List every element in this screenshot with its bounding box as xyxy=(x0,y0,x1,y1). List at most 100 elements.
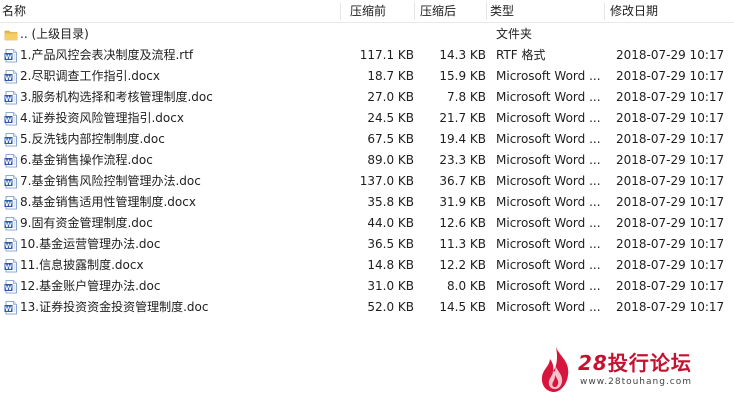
file-row[interactable]: W 13.证券投资资金投资管理制度.doc 52.0 KB 14.5 KB Micros… xyxy=(0,297,734,318)
file-compressed-size: 27.0 KB xyxy=(367,90,414,104)
svg-text:W: W xyxy=(5,116,12,124)
file-size: 14.3 KB xyxy=(439,48,486,62)
archive-file-list-window: 名称 压缩前 压缩后 类型 修改日期 .. (上级目录) 文件夹 W 1.产品风控… xyxy=(0,0,734,417)
word-document-icon: W xyxy=(4,259,17,273)
file-modified-date: 2018-07-29 10:17 xyxy=(616,300,725,314)
folder-icon xyxy=(4,30,18,41)
column-divider[interactable] xyxy=(486,2,487,20)
column-header-modified[interactable]: 修改日期 xyxy=(610,0,658,22)
word-document-icon: W xyxy=(4,154,17,168)
svg-text:W: W xyxy=(5,74,12,82)
file-modified-date: 2018-07-29 10:17 xyxy=(616,195,725,209)
file-name: 10.基金运营管理办法.doc xyxy=(20,237,161,251)
file-type: Microsoft Word ... xyxy=(496,132,601,146)
file-type: RTF 格式 xyxy=(496,48,546,62)
file-compressed-size: 36.5 KB xyxy=(367,237,414,251)
watermark-logo: 28投行论坛 www.28touhang.com xyxy=(538,343,728,399)
rtf-document-icon: W xyxy=(4,49,17,63)
file-type: Microsoft Word ... xyxy=(496,69,601,83)
file-size: 31.9 KB xyxy=(439,195,486,209)
svg-text:W: W xyxy=(5,137,12,145)
file-modified-date: 2018-07-29 10:17 xyxy=(616,279,725,293)
file-row[interactable]: W 1.产品风控会表决制度及流程.rtf 117.1 KB 14.3 KB RTF 格式… xyxy=(0,45,734,66)
file-row[interactable]: W 6.基金销售操作流程.doc 89.0 KB 23.3 KB Microsoft W… xyxy=(0,150,734,171)
word-document-icon: W xyxy=(4,217,17,231)
file-row[interactable]: W 10.基金运营管理办法.doc 36.5 KB 11.3 KB Microsoft … xyxy=(0,234,734,255)
file-modified-date: 2018-07-29 10:17 xyxy=(616,111,725,125)
file-row[interactable]: W 4.证券投资风险管理指引.docx 24.5 KB 21.7 KB Microsof… xyxy=(0,108,734,129)
file-type: Microsoft Word ... xyxy=(496,237,601,251)
file-row[interactable]: W 9.固有资金管理制度.doc 44.0 KB 12.6 KB Microsoft W… xyxy=(0,213,734,234)
file-modified-date: 2018-07-29 10:17 xyxy=(616,90,725,104)
file-modified-date: 2018-07-29 10:17 xyxy=(616,48,725,62)
file-row[interactable]: W 11.信息披露制度.docx 14.8 KB 12.2 KB Microsoft W… xyxy=(0,255,734,276)
file-row[interactable]: W 12.基金账户管理办法.doc 31.0 KB 8.0 KB Microsoft W… xyxy=(0,276,734,297)
file-name: 7.基金销售风险控制管理办法.doc xyxy=(20,174,201,188)
word-document-icon: W xyxy=(4,112,17,126)
column-header-compressed[interactable]: 压缩前 xyxy=(350,0,386,22)
file-type: Microsoft Word ... xyxy=(496,153,601,167)
word-document-icon: W xyxy=(4,280,17,294)
file-compressed-size: 67.5 KB xyxy=(367,132,414,146)
file-size: 8.0 KB xyxy=(447,279,486,293)
svg-text:W: W xyxy=(5,179,12,187)
file-size: 7.8 KB xyxy=(447,90,486,104)
file-size: 12.6 KB xyxy=(439,216,486,230)
file-type: Microsoft Word ... xyxy=(496,90,601,104)
file-name: 3.服务机构选择和考核管理制度.doc xyxy=(20,90,213,104)
file-row[interactable]: W 5.反洗钱内部控制制度.doc 67.5 KB 19.4 KB Microsoft … xyxy=(0,129,734,150)
word-document-icon: W xyxy=(4,70,17,84)
file-name: 4.证券投资风险管理指引.docx xyxy=(20,111,184,125)
file-size: 23.3 KB xyxy=(439,153,486,167)
svg-text:W: W xyxy=(5,305,12,313)
file-compressed-size: 52.0 KB xyxy=(367,300,414,314)
column-header-size[interactable]: 压缩后 xyxy=(420,0,456,22)
file-row[interactable]: W 8.基金销售适用性管理制度.docx 35.8 KB 31.9 KB Microso… xyxy=(0,192,734,213)
file-compressed-size: 31.0 KB xyxy=(367,279,414,293)
svg-text:W: W xyxy=(5,200,12,208)
column-header-type[interactable]: 类型 xyxy=(490,0,514,22)
file-size: 15.9 KB xyxy=(439,69,486,83)
file-modified-date: 2018-07-29 10:17 xyxy=(616,132,725,146)
file-name: 8.基金销售适用性管理制度.docx xyxy=(20,195,196,209)
file-size: 12.2 KB xyxy=(439,258,486,272)
file-name: 6.基金销售操作流程.doc xyxy=(20,153,153,167)
svg-text:W: W xyxy=(5,263,12,271)
file-compressed-size: 24.5 KB xyxy=(367,111,414,125)
file-type: 文件夹 xyxy=(496,27,533,41)
file-size: 36.7 KB xyxy=(439,174,486,188)
parent-directory-row[interactable]: .. (上级目录) 文件夹 xyxy=(0,24,734,45)
file-list: .. (上级目录) 文件夹 W 1.产品风控会表决制度及流程.rtf 117.1 K… xyxy=(0,24,734,318)
brand-number: 28 xyxy=(578,351,608,375)
file-size: 14.5 KB xyxy=(439,300,486,314)
file-size: 21.7 KB xyxy=(439,111,486,125)
file-name: 1.产品风控会表决制度及流程.rtf xyxy=(20,48,194,62)
file-size: 11.3 KB xyxy=(439,237,486,251)
column-divider[interactable] xyxy=(414,2,415,20)
file-modified-date: 2018-07-29 10:17 xyxy=(616,216,725,230)
svg-text:W: W xyxy=(5,242,12,250)
file-name: 12.基金账户管理办法.doc xyxy=(20,279,161,293)
file-row[interactable]: W 7.基金销售风险控制管理办法.doc 137.0 KB 36.7 KB Micros… xyxy=(0,171,734,192)
file-type: Microsoft Word ... xyxy=(496,279,601,293)
svg-text:W: W xyxy=(5,95,12,103)
file-compressed-size: 14.8 KB xyxy=(367,258,414,272)
file-type: Microsoft Word ... xyxy=(496,216,601,230)
flame-logo-icon xyxy=(541,347,569,392)
word-document-icon: W xyxy=(4,175,17,189)
file-name: 9.固有资金管理制度.doc xyxy=(20,216,153,230)
column-header-name[interactable]: 名称 xyxy=(2,0,26,22)
file-compressed-size: 18.7 KB xyxy=(367,69,414,83)
file-compressed-size: 117.1 KB xyxy=(359,48,414,62)
file-type: Microsoft Word ... xyxy=(496,195,601,209)
column-divider[interactable] xyxy=(340,2,341,20)
file-type: Microsoft Word ... xyxy=(496,258,601,272)
file-name: .. (上级目录) xyxy=(20,27,89,41)
file-row[interactable]: W 2.尽职调查工作指引.docx 18.7 KB 15.9 KB Microsoft … xyxy=(0,66,734,87)
file-name: 11.信息披露制度.docx xyxy=(20,258,144,272)
word-document-icon: W xyxy=(4,238,17,252)
file-name: 13.证券投资资金投资管理制度.doc xyxy=(20,300,209,314)
file-row[interactable]: W 3.服务机构选择和考核管理制度.doc 27.0 KB 7.8 KB Microso… xyxy=(0,87,734,108)
column-divider[interactable] xyxy=(604,2,605,20)
word-document-icon: W xyxy=(4,133,17,147)
